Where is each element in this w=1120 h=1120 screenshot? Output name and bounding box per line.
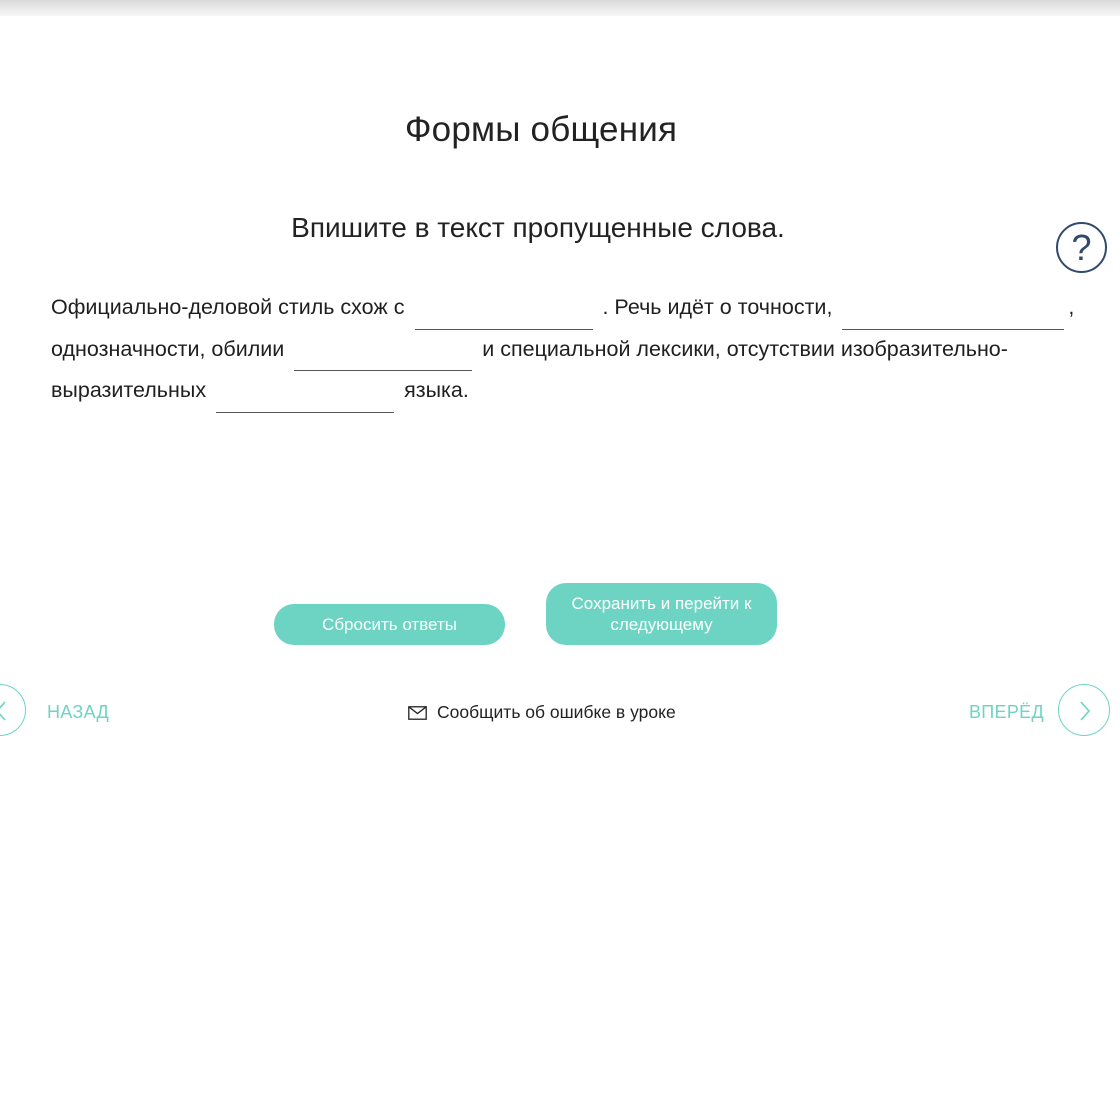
text-segment: ,	[1068, 295, 1075, 319]
chevron-right-icon	[1080, 701, 1091, 721]
gap-input-4[interactable]	[216, 387, 395, 413]
question-icon: ?	[1071, 226, 1092, 268]
text-segment: . Речь идёт о точности,	[602, 295, 833, 319]
back-button[interactable]	[0, 684, 26, 736]
report-error-label: Сообщить об ошибке в уроке	[437, 702, 676, 722]
text-segment: выразительных	[51, 378, 207, 402]
task-instruction: Впишите в текст пропущенные слова.	[291, 212, 785, 243]
text-segment: языка.	[404, 378, 469, 402]
save-and-next-button[interactable]: Сохранить и перейти к следующему	[546, 583, 777, 645]
top-bar-shadow	[0, 0, 1120, 16]
next-button[interactable]	[1058, 684, 1110, 736]
exercise-text: Официально-деловой стиль схож с . Речь и…	[51, 288, 1096, 413]
gap-input-1[interactable]	[414, 304, 593, 330]
page-title: Формы общения	[404, 110, 678, 149]
back-link[interactable]: НАЗАД	[47, 702, 109, 723]
help-button[interactable]: ?	[1056, 222, 1107, 273]
reset-answers-button[interactable]: Сбросить ответы	[274, 604, 505, 645]
text-segment: Официально-деловой стиль схож с	[51, 295, 405, 319]
text-segment: однозначности, обилии	[51, 336, 285, 361]
text-segment: и специальной лексики, отсутствии изобра…	[482, 336, 1008, 361]
report-error-link[interactable]: Сообщить об ошибке в уроке	[408, 702, 676, 723]
next-link[interactable]: ВПЕРЁД	[969, 702, 1044, 723]
envelope-icon	[408, 705, 427, 720]
gap-input-2[interactable]	[842, 304, 1065, 330]
chevron-left-icon	[0, 701, 6, 721]
gap-input-3[interactable]	[294, 346, 473, 371]
